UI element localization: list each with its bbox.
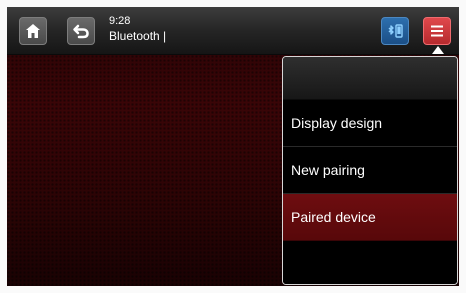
home-icon [26, 24, 40, 38]
menu-button[interactable] [423, 17, 451, 45]
bluetooth-button[interactable] [381, 17, 409, 45]
menu-item-display-design[interactable]: Display design [283, 100, 457, 147]
menu-item-new-pairing[interactable]: New pairing [283, 147, 457, 194]
clock-time: 9:28 [109, 15, 131, 27]
status-bar: 9:28 Bluetooth | [7, 7, 459, 55]
menu-header [283, 57, 457, 100]
menu-item-paired-device[interactable]: Paired device [283, 194, 457, 241]
device-frame: 9:28 Bluetooth | Display design New pair… [0, 0, 466, 293]
bluetooth-phone-icon [388, 24, 403, 38]
options-menu: Display design New pairing Paired device [282, 56, 458, 285]
menu-empty-slot [283, 241, 457, 284]
hamburger-menu-icon [431, 25, 443, 37]
back-button[interactable] [67, 17, 95, 45]
back-icon [73, 24, 89, 39]
screen: 9:28 Bluetooth | Display design New pair… [7, 7, 459, 286]
home-button[interactable] [19, 17, 47, 45]
menu-pointer [432, 46, 444, 54]
source-label: Bluetooth | [109, 29, 167, 43]
